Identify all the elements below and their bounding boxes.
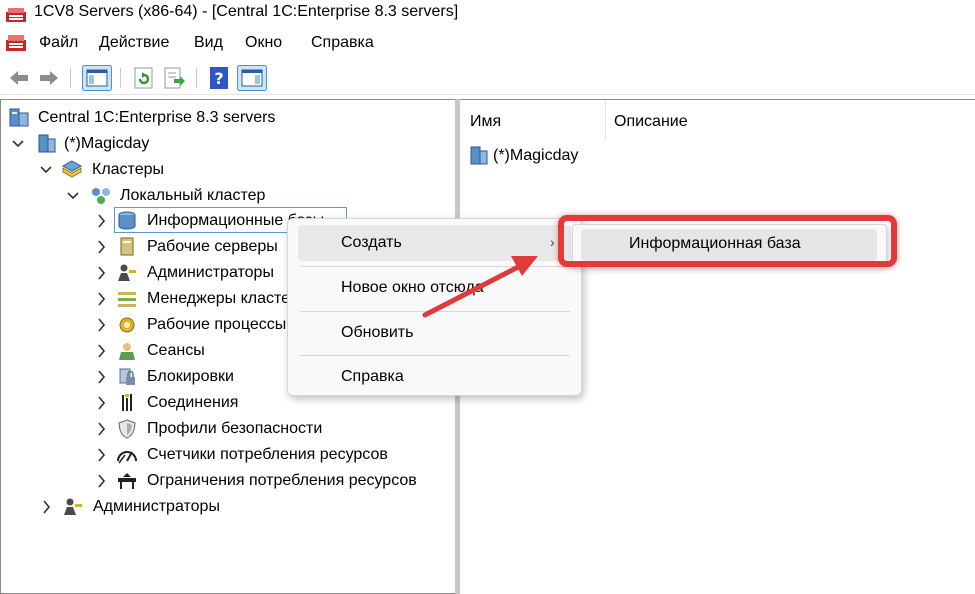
shield-icon (118, 419, 136, 439)
highlight-frame (558, 215, 897, 267)
clusters-icon (61, 160, 83, 178)
gauge-icon (117, 451, 137, 464)
connections-icon (122, 394, 132, 411)
menu-separator (300, 266, 570, 267)
work-processes-icon (119, 317, 135, 333)
chevron-right-icon[interactable] (39, 498, 53, 516)
export-list-icon[interactable] (162, 66, 186, 90)
window-title: 1CV8 Servers (x86-64) - [Central 1C:Ente… (34, 3, 459, 20)
server-icon (38, 134, 56, 153)
chevron-down-icon[interactable] (11, 135, 25, 153)
tree-label: Счетчики потребления ресурсов (147, 446, 388, 463)
context-item-hover (298, 225, 571, 261)
administrators-icon (118, 264, 136, 281)
chevron-right-icon[interactable] (94, 472, 108, 490)
forward-arrow-icon[interactable] (37, 66, 61, 90)
action-pane-icon[interactable] (237, 65, 267, 91)
tree-label: (*)Magicday (64, 135, 150, 152)
chevron-down-icon[interactable] (66, 187, 80, 205)
chevron-right-icon[interactable] (94, 446, 108, 464)
tree-label: Ограничения потребления ресурсов (147, 472, 417, 489)
console-doc-icon[interactable] (5, 33, 27, 53)
context-item-refresh[interactable]: Обновить (341, 324, 413, 342)
chevron-right-icon[interactable] (94, 264, 108, 282)
help-icon[interactable]: ? (207, 66, 231, 90)
server-app-icon (6, 8, 26, 22)
context-menu: Создать › Новое окно отсюда Обновить Спр… (287, 218, 582, 396)
title-bar: 1CV8 Servers (x86-64) - [Central 1C:Ente… (0, 0, 975, 28)
toolbar-separator (196, 68, 197, 88)
administrators-icon (64, 498, 82, 515)
tree-label: Рабочие процессы (147, 316, 287, 333)
chevron-right-icon[interactable] (94, 290, 108, 308)
toolbar-separator (120, 68, 121, 88)
tree-label: Central 1C:Enterprise 8.3 servers (38, 109, 276, 126)
menu-separator (300, 311, 570, 312)
toolbar-separator (70, 68, 71, 88)
chevron-right-icon[interactable] (94, 394, 108, 412)
column-header-name[interactable]: Имя (470, 113, 501, 131)
toolbar: ? (0, 60, 975, 95)
work-server-icon (120, 237, 134, 256)
menu-window[interactable]: Окно (245, 34, 282, 52)
locks-icon (119, 368, 135, 385)
cluster-managers-icon (118, 292, 136, 307)
svg-text:?: ? (214, 69, 223, 88)
chevron-right-icon[interactable] (94, 368, 108, 386)
sessions-icon (119, 343, 135, 360)
chevron-down-icon[interactable] (39, 161, 53, 179)
chevron-right-icon[interactable] (94, 420, 108, 438)
column-header-description[interactable]: Описание (614, 113, 688, 131)
chevron-right-icon[interactable] (94, 342, 108, 360)
menu-file[interactable]: Файл (39, 34, 78, 52)
menu-bar: Файл Действие Вид Окно Справка (0, 30, 975, 56)
tree-label: Локальный кластер (120, 187, 266, 204)
tree-label: Рабочие серверы (147, 238, 278, 255)
server-group-icon (9, 108, 29, 127)
cluster-icon (92, 188, 110, 204)
infobase-icon (118, 211, 136, 230)
console-tree-icon[interactable] (82, 65, 112, 91)
menu-help[interactable]: Справка (311, 34, 374, 52)
tree-label: Администраторы (147, 264, 274, 281)
server-icon (470, 146, 488, 165)
tree-label: Менеджеры кластера (147, 290, 308, 307)
menu-separator (300, 355, 570, 356)
context-item-create[interactable]: Создать (341, 234, 402, 252)
tree-label: Кластеры (92, 161, 164, 178)
tree-label: Соединения (147, 394, 239, 411)
tree-label: Блокировки (147, 368, 234, 385)
context-item-new-window[interactable]: Новое окно отсюда (341, 279, 484, 297)
chevron-right-icon[interactable] (94, 212, 108, 230)
barrier-icon (118, 473, 136, 489)
tree-label: Администраторы (93, 498, 220, 515)
menu-action[interactable]: Действие (99, 34, 169, 52)
tree-label: Сеансы (147, 342, 205, 359)
chevron-right-icon[interactable] (94, 238, 108, 256)
chevron-right-icon[interactable] (94, 316, 108, 334)
menu-view[interactable]: Вид (194, 34, 223, 52)
context-item-help[interactable]: Справка (341, 368, 404, 386)
list-item-name: (*)Magicday (493, 147, 579, 164)
back-arrow-icon[interactable] (7, 66, 31, 90)
tree-label: Профили безопасности (147, 420, 323, 437)
refresh-icon[interactable] (132, 66, 156, 90)
column-divider[interactable] (605, 100, 606, 140)
chevron-right-icon: › (550, 234, 555, 250)
